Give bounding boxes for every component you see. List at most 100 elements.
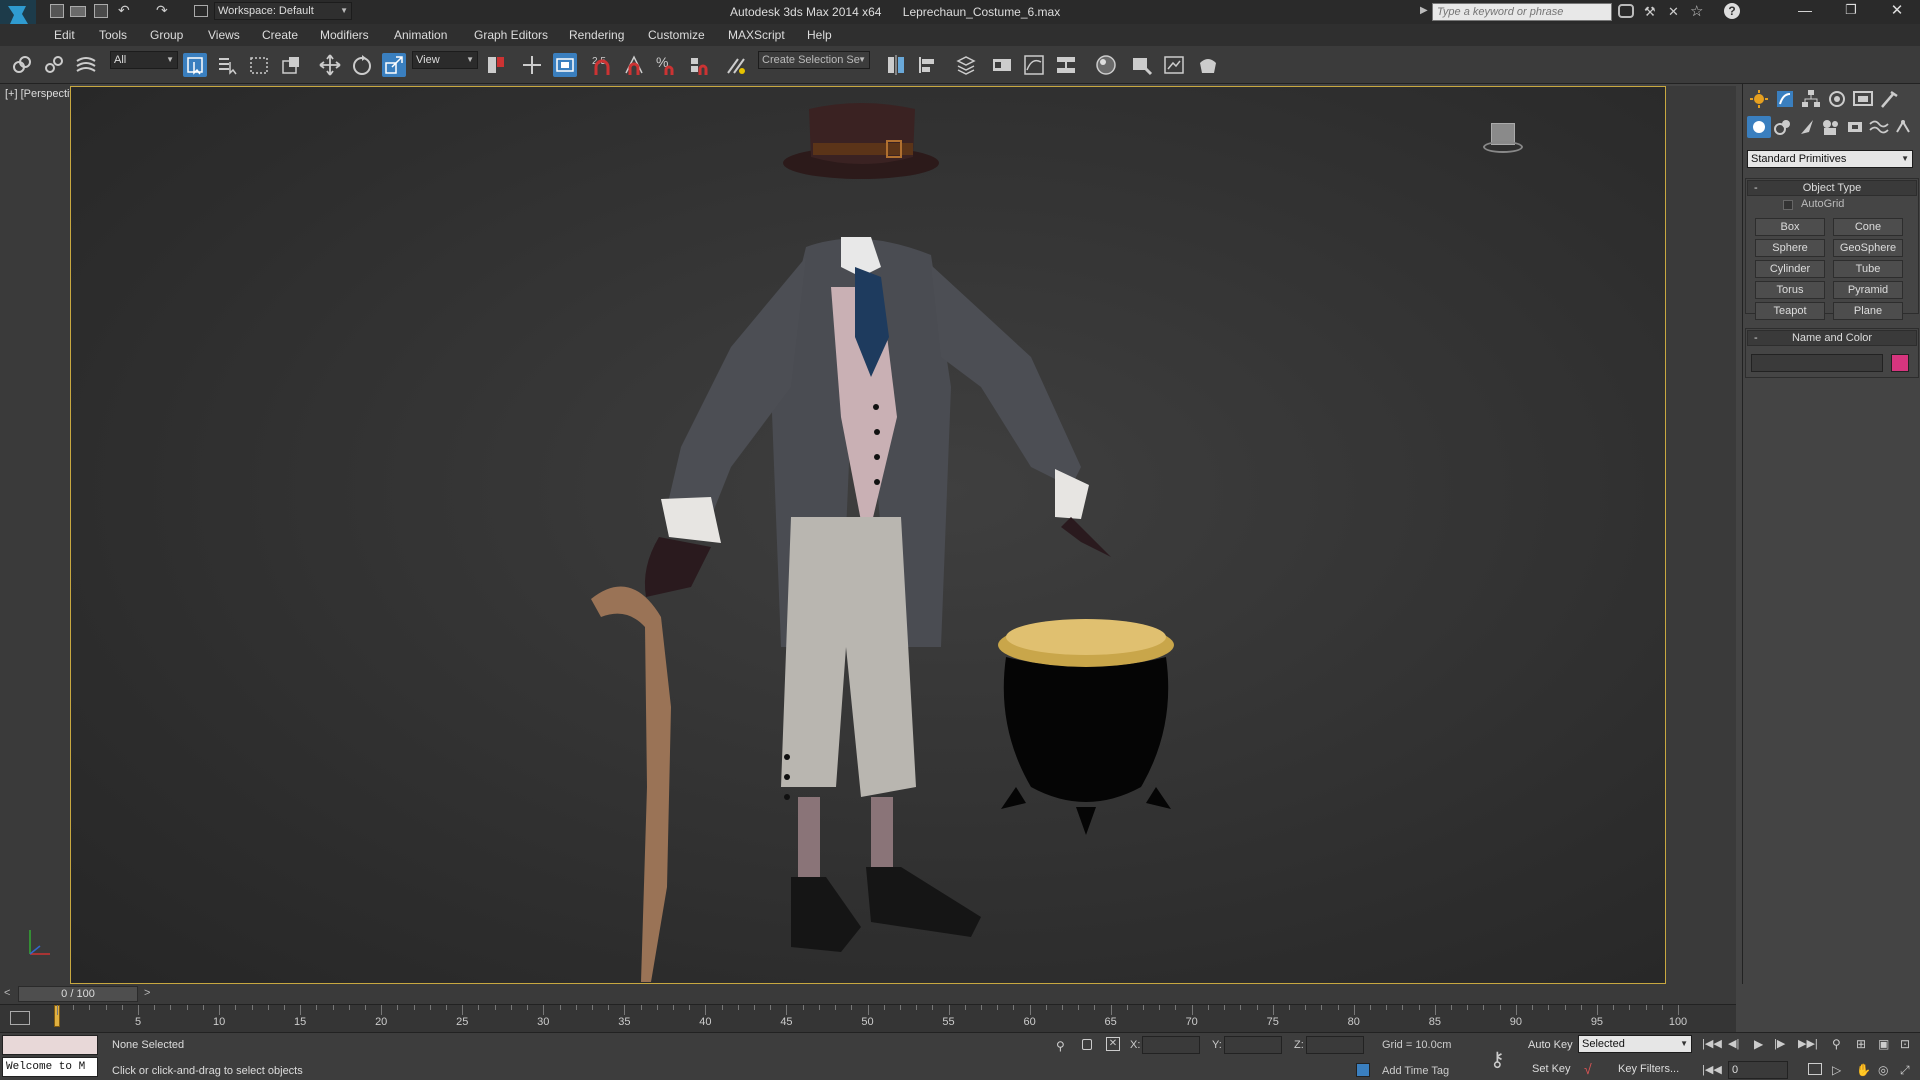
go-to-start-icon[interactable]: |◀◀ xyxy=(1702,1037,1722,1050)
menu-edit[interactable]: Edit xyxy=(54,28,75,42)
zoom-extents-all-icon[interactable]: ⊡ xyxy=(1900,1037,1910,1051)
unlink-icon[interactable] xyxy=(42,53,66,77)
object-color-swatch[interactable] xyxy=(1891,354,1909,372)
select-manipulate-icon[interactable] xyxy=(520,53,544,77)
top-hat-model[interactable] xyxy=(783,103,939,179)
close-button[interactable]: ✕ xyxy=(1880,0,1914,22)
teapot-button[interactable]: Teapot xyxy=(1755,302,1825,320)
tube-button[interactable]: Tube xyxy=(1833,260,1903,278)
menu-graph-editors[interactable]: Graph Editors xyxy=(474,28,548,42)
rotate-icon[interactable] xyxy=(350,53,374,77)
new-file-icon[interactable] xyxy=(50,4,64,18)
save-file-icon[interactable] xyxy=(94,4,108,18)
zoom-extents-icon[interactable]: ▣ xyxy=(1878,1037,1889,1051)
orbit-icon[interactable]: ◎ xyxy=(1878,1063,1888,1077)
subscription-icon[interactable]: ⚒ xyxy=(1644,4,1660,19)
helpers-category-icon[interactable] xyxy=(1843,116,1867,138)
render-setup-icon[interactable] xyxy=(1130,53,1154,77)
mini-curve-editor-icon[interactable] xyxy=(10,1011,30,1025)
key-icon[interactable]: ⚷ xyxy=(1490,1047,1505,1072)
angle-snap-icon[interactable] xyxy=(622,53,646,77)
binoculars-icon[interactable] xyxy=(1618,4,1634,18)
space-warps-category-icon[interactable] xyxy=(1867,116,1891,138)
autogrid-checkbox[interactable] xyxy=(1783,200,1793,210)
favorites-star-icon[interactable]: ☆ xyxy=(1690,2,1706,20)
open-file-icon[interactable] xyxy=(70,6,86,17)
time-slider[interactable]: < 0 / 100 > xyxy=(0,984,1736,1004)
time-slider-thumb[interactable]: 0 / 100 xyxy=(18,986,138,1002)
selection-lock-icon[interactable] xyxy=(1082,1039,1092,1050)
maxscript-mini-listener[interactable]: Welcome to M xyxy=(2,1057,98,1077)
pot-of-gold-model[interactable] xyxy=(998,619,1174,835)
schematic-view-icon[interactable] xyxy=(1054,53,1078,77)
menu-help[interactable]: Help xyxy=(807,28,832,42)
isolate-selection-icon[interactable]: ⚲ xyxy=(1056,1039,1065,1053)
geosphere-button[interactable]: GeoSphere xyxy=(1833,239,1903,257)
perspective-viewport[interactable] xyxy=(70,86,1666,984)
menu-modifiers[interactable]: Modifiers xyxy=(320,28,369,42)
selection-filter-dropdown[interactable]: All ▼ xyxy=(110,51,178,69)
mirror-icon[interactable] xyxy=(884,53,908,77)
time-tag-icon[interactable] xyxy=(1356,1063,1370,1077)
rendered-frame-window-icon[interactable] xyxy=(1162,53,1186,77)
name-color-header[interactable]: - Name and Color xyxy=(1747,330,1917,346)
menu-customize[interactable]: Customize xyxy=(648,28,705,42)
systems-category-icon[interactable] xyxy=(1891,116,1915,138)
field-of-view-icon[interactable]: ▷ xyxy=(1832,1063,1841,1077)
snaps-toggle-icon[interactable]: 2.5 xyxy=(590,53,614,77)
geometry-category-icon[interactable] xyxy=(1747,116,1771,138)
minimize-button[interactable]: — xyxy=(1790,2,1820,22)
render-production-icon[interactable] xyxy=(1196,53,1220,77)
maximize-button[interactable]: ❐ xyxy=(1836,2,1866,22)
time-slider-right-arrow[interactable]: > xyxy=(144,987,150,999)
communication-icon[interactable]: ✕ xyxy=(1668,4,1684,19)
current-frame-field[interactable] xyxy=(1728,1061,1788,1079)
key-mode-dropdown[interactable]: Selected ▼ xyxy=(1578,1035,1692,1053)
cone-button[interactable]: Cone xyxy=(1833,218,1903,236)
menu-tools[interactable]: Tools xyxy=(99,28,127,42)
lights-category-icon[interactable] xyxy=(1795,116,1819,138)
infocenter-arrow-icon[interactable]: ▶ xyxy=(1420,5,1428,16)
reference-coordinate-dropdown[interactable]: View ▼ xyxy=(412,51,478,69)
menu-views[interactable]: Views xyxy=(208,28,240,42)
zoom-icon[interactable]: ⚲ xyxy=(1832,1037,1841,1051)
add-time-tag-button[interactable]: Add Time Tag xyxy=(1382,1065,1449,1077)
modify-tab-icon[interactable] xyxy=(1773,88,1797,110)
keyboard-shortcut-override-icon[interactable] xyxy=(553,53,577,77)
plane-button[interactable]: Plane xyxy=(1833,302,1903,320)
key-curve-icon[interactable]: √ xyxy=(1584,1061,1592,1077)
bind-space-warp-icon[interactable] xyxy=(74,53,98,77)
key-filters-button[interactable]: Key Filters... xyxy=(1618,1063,1679,1075)
object-category-dropdown[interactable]: Standard Primitives ▼ xyxy=(1747,150,1913,168)
create-tab-icon[interactable] xyxy=(1747,88,1771,110)
help-icon[interactable]: ? xyxy=(1724,3,1740,19)
time-slider-left-arrow[interactable]: < xyxy=(4,987,10,999)
menu-rendering[interactable]: Rendering xyxy=(569,28,624,42)
menu-create[interactable]: Create xyxy=(262,28,298,42)
align-icon[interactable] xyxy=(916,53,940,77)
link-icon[interactable] xyxy=(10,53,34,77)
x-coordinate-field[interactable] xyxy=(1142,1036,1200,1054)
select-object-icon[interactable] xyxy=(183,53,207,77)
scale-icon[interactable] xyxy=(382,53,406,77)
maxscript-mini-listener-top[interactable] xyxy=(2,1035,98,1055)
graphite-ribbon-icon[interactable] xyxy=(990,53,1014,77)
workspace-dropdown[interactable]: Workspace: Default ▼ xyxy=(214,2,352,20)
previous-frame-icon[interactable]: ◀| xyxy=(1728,1037,1739,1050)
cylinder-button[interactable]: Cylinder xyxy=(1755,260,1825,278)
pivot-center-icon[interactable] xyxy=(484,53,508,77)
edit-named-selection-icon[interactable] xyxy=(724,53,748,77)
pants-model[interactable] xyxy=(781,517,916,800)
move-icon[interactable] xyxy=(318,53,342,77)
layer-manager-icon[interactable] xyxy=(954,53,978,77)
redo-icon[interactable]: ↷ xyxy=(156,2,174,20)
shoes-model[interactable] xyxy=(791,797,981,952)
auto-key-button[interactable]: Auto Key xyxy=(1528,1039,1573,1051)
play-icon[interactable]: ▶ xyxy=(1754,1037,1763,1051)
cameras-category-icon[interactable] xyxy=(1819,116,1843,138)
menu-group[interactable]: Group xyxy=(150,28,183,42)
key-mode-toggle-icon[interactable]: |◀◀ xyxy=(1702,1063,1722,1076)
undo-icon[interactable]: ↶ xyxy=(118,2,136,20)
time-configuration-icon[interactable] xyxy=(1808,1063,1822,1075)
pyramid-button[interactable]: Pyramid xyxy=(1833,281,1903,299)
